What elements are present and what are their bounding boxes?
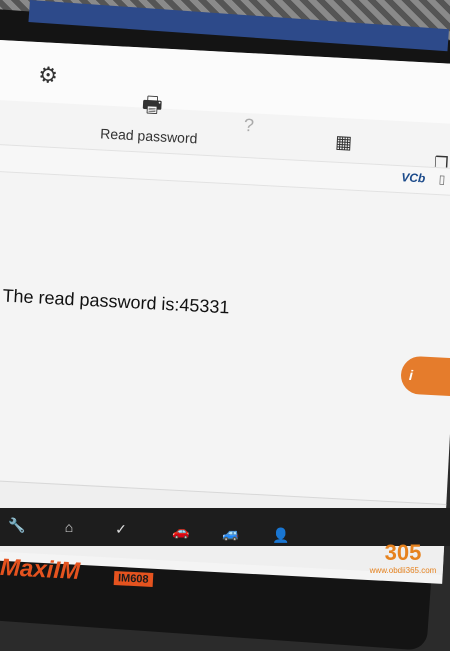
help-tab[interactable]: i <box>400 355 450 397</box>
car-check-icon[interactable]: 🚗 <box>170 522 192 540</box>
screen: ⚙ 🖶 ? ▦ ❐ Read password VCb ▯ The read p… <box>0 40 450 584</box>
watermark-number: 305 <box>384 540 422 565</box>
remote-support-icon[interactable]: 👤 <box>270 526 292 544</box>
watermark-url: www.obdii365.com <box>369 566 437 575</box>
status-bar: VCb ▯ <box>0 143 450 197</box>
help-icon[interactable]: ? <box>243 115 254 136</box>
vci-link-icon: ▯ <box>438 172 446 187</box>
vci-check-icon[interactable]: ✓ <box>110 520 132 538</box>
device-brand: MaxiIM <box>0 553 81 586</box>
vci-status-label: VCb <box>401 170 426 186</box>
watermark-logo: 305 www.obdii365.com <box>368 540 438 575</box>
diagnostics-icon[interactable]: 🔧 <box>6 516 28 534</box>
page-title: Read password <box>99 125 198 147</box>
password-message: The read password is:45331 <box>2 285 230 318</box>
printer-icon[interactable]: 🖶 <box>141 88 164 127</box>
info-book-icon: i <box>408 366 414 384</box>
car-icon[interactable]: 🚙 <box>220 524 242 542</box>
gear-icon[interactable]: ⚙ <box>38 62 59 89</box>
device-model: IM608 <box>113 571 153 587</box>
home-icon[interactable]: ⌂ <box>58 518 80 536</box>
save-icon[interactable]: ▦ <box>335 132 353 154</box>
